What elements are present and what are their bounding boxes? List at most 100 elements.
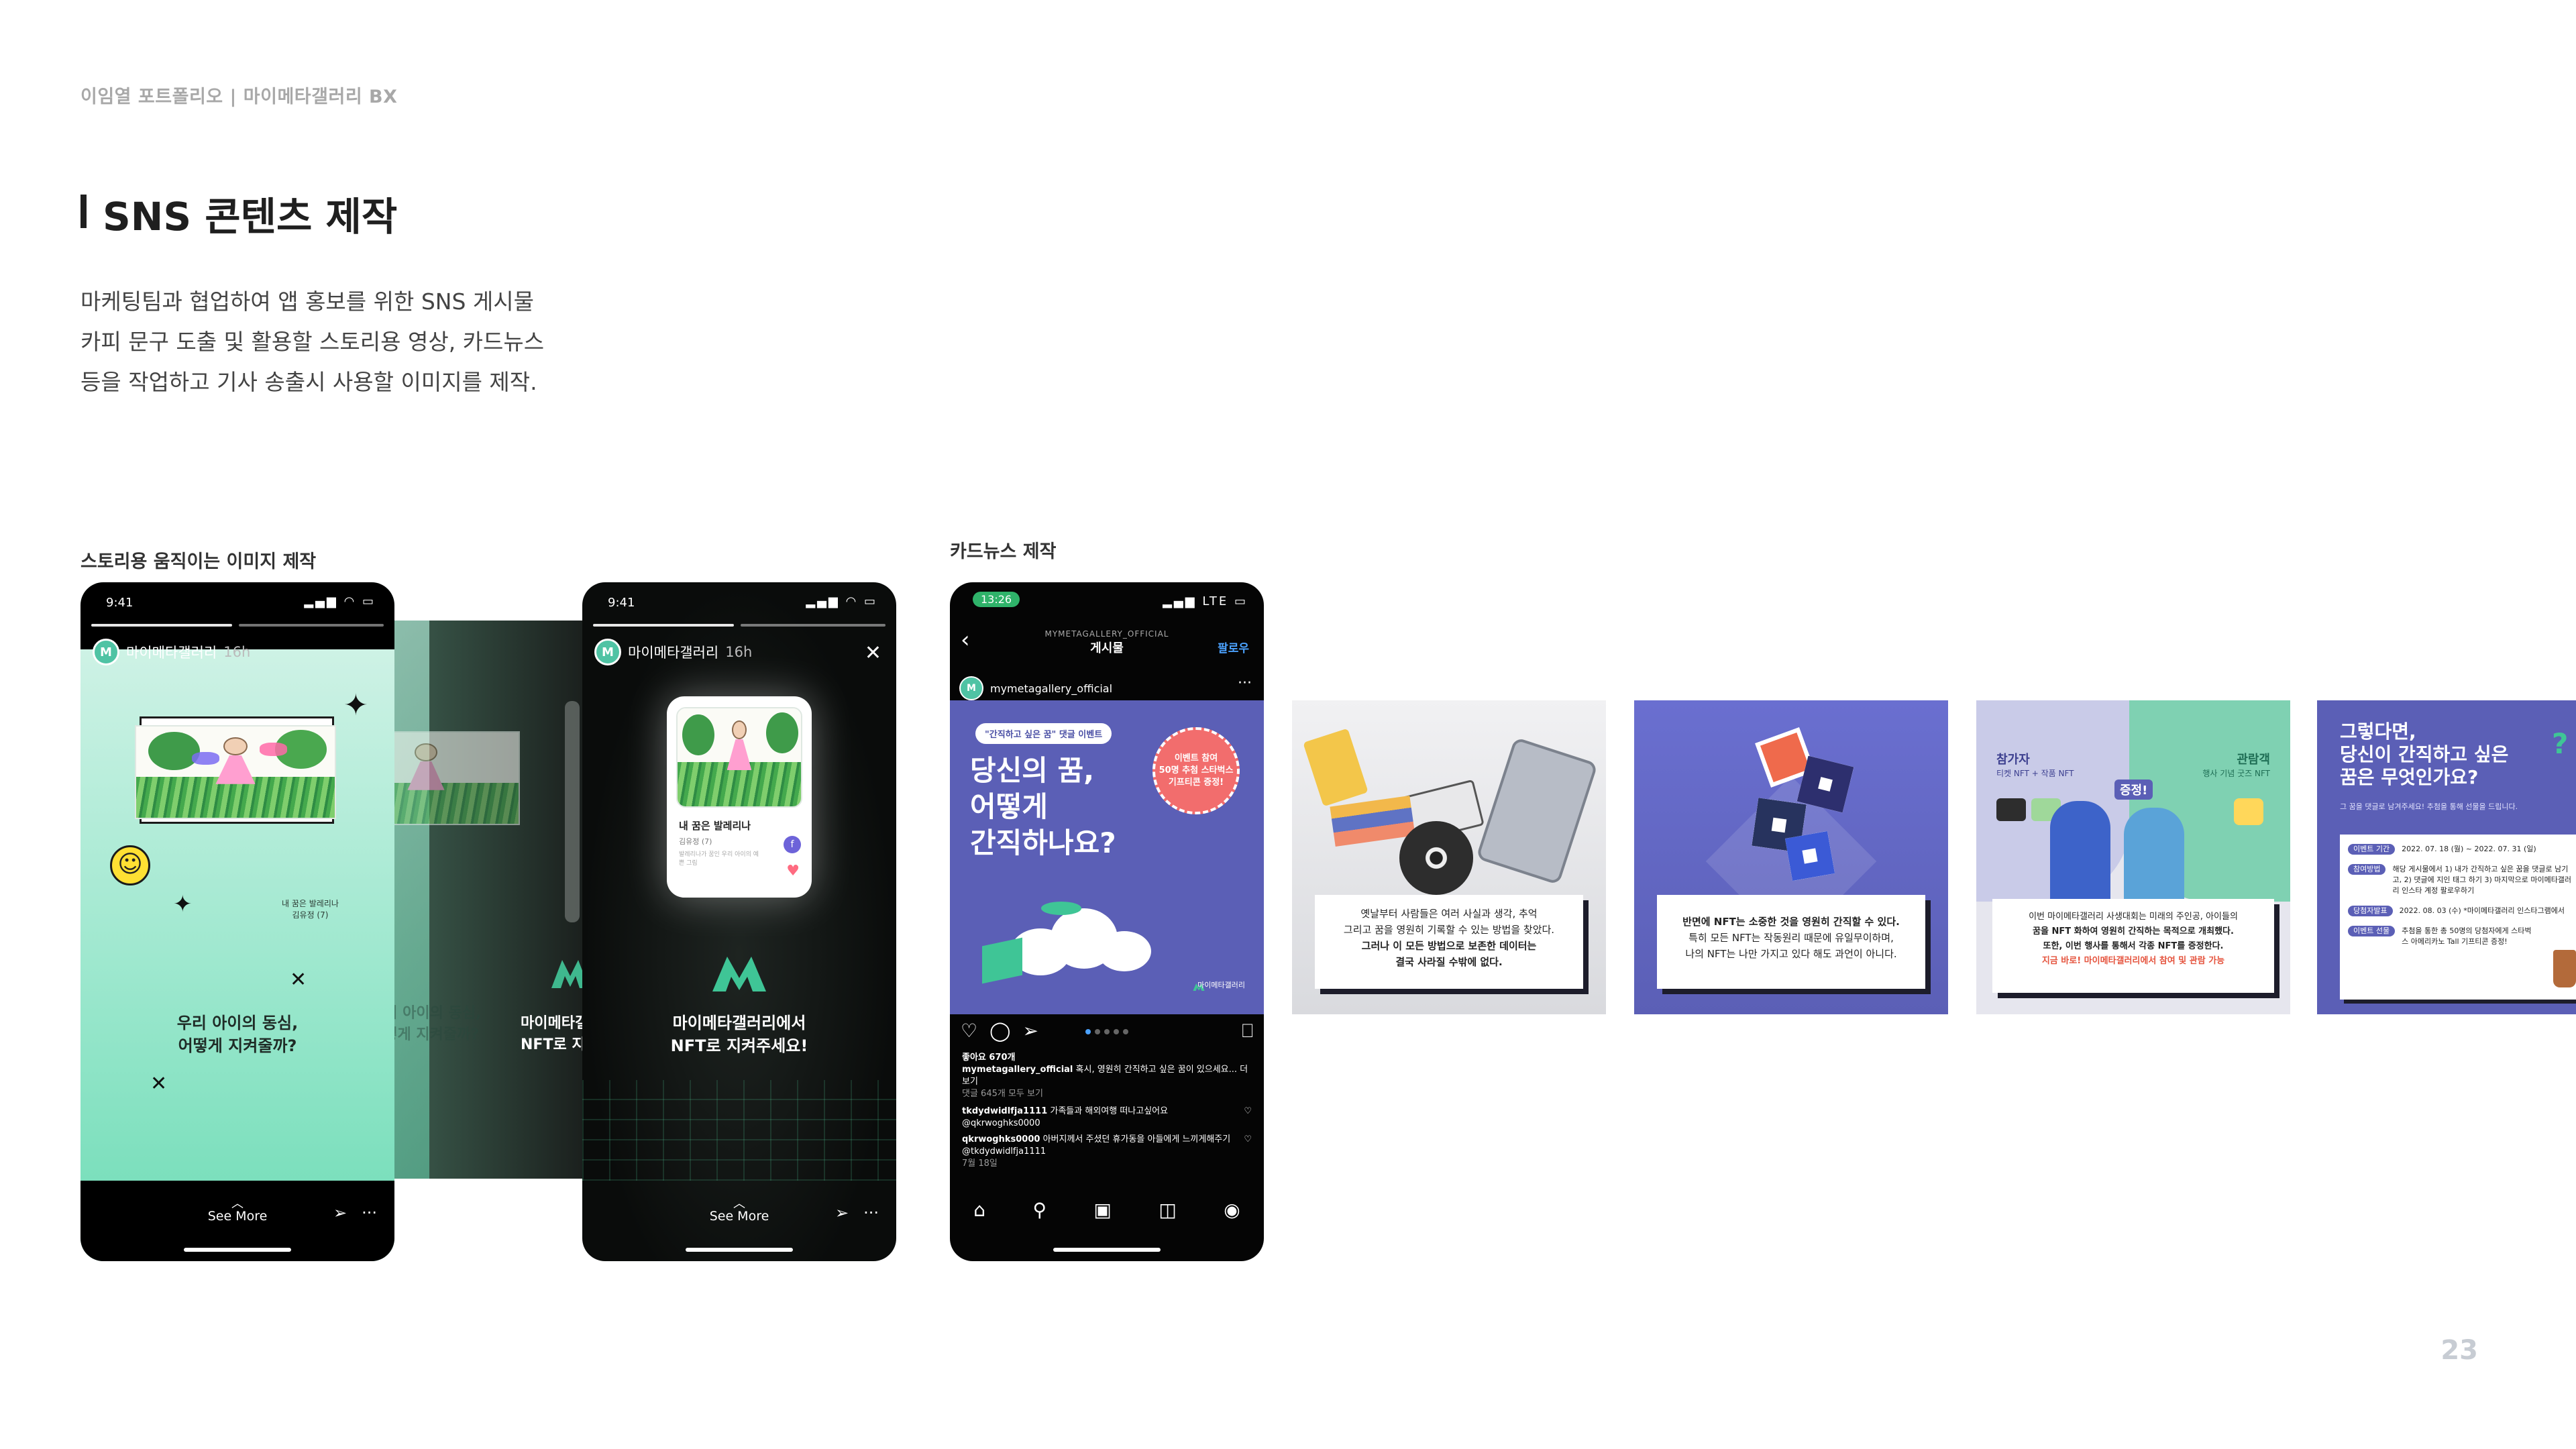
see-more-button[interactable]: ︿ See More [710, 1197, 769, 1224]
question-icon: ? [2552, 727, 2569, 760]
share-send-icon[interactable]: ➢ [1022, 1020, 1038, 1042]
chevron-up-icon: ︿ [231, 1197, 244, 1211]
likes-count[interactable]: 좋아요 670개 [962, 1052, 1252, 1064]
follow-button[interactable]: 팔로우 [1218, 639, 1249, 655]
event-row-value: 2022. 07. 18 (월) ~ 2022. 07. 31 (일) [2402, 845, 2536, 853]
event-row: 참여방법 해당 게시물에서 1) 내가 간직하고 싶은 꿈을 댓글로 남기고, … [2348, 864, 2576, 896]
post-author[interactable]: M mymetagallery_official [959, 676, 1112, 700]
shop-icon[interactable]: ◫ [1159, 1199, 1176, 1221]
see-more-button[interactable]: ︿ See More [208, 1197, 268, 1224]
status-time: 9:41 [608, 596, 635, 610]
story-section-label: 스토리용 움직이는 이미지 제작 [80, 551, 317, 572]
post-date: 7월 18일 [962, 1159, 998, 1169]
author-name[interactable]: mymetagallery_official [990, 682, 1112, 695]
event-pill: "간직하고 싶은 꿈" 댓글 이벤트 [975, 723, 1112, 744]
story-phone-2: 9:41 ▂▄▆ ◠ ▭ M 마이메타갤러리 16h ✕ 내 꿈은 발레리나 김… [582, 582, 896, 1261]
post-image-card[interactable]: "간직하고 싶은 꿈" 댓글 이벤트 당신의 꿈, 어떻게 간직하나요? 이벤트… [950, 700, 1264, 1014]
description-line: 등을 작업하고 기사 송출시 사용할 이미지를 제작. [80, 369, 537, 395]
story-progress-bar [91, 624, 232, 627]
coffee-cup-icon [2553, 950, 2576, 987]
account-name[interactable]: 마이메타갤러리 [126, 642, 217, 662]
like-heart-icon[interactable]: ♡ [961, 1020, 977, 1042]
comment-like-icon[interactable]: ♡ [1244, 1106, 1252, 1118]
account-name[interactable]: 마이메타갤러리 [628, 642, 718, 662]
more-icon[interactable]: ··· [863, 1203, 879, 1222]
profile-icon[interactable]: ◉ [1224, 1199, 1240, 1221]
caption-line: 그러나 이 모든 방법으로 보존한 데이터는 [1361, 940, 1537, 952]
card5-subtitle: 그 꿈을 댓글로 남겨주세요! 추첨을 통해 선물을 드립니다. [2340, 802, 2518, 811]
event-row-value: 2022. 08. 03 (수) *마이메타갤러리 인스타그램에서 [2399, 906, 2565, 915]
send-icon[interactable]: ➢ [835, 1203, 849, 1222]
bookmark-icon[interactable]: ⎕ [1242, 1020, 1253, 1042]
page-description: 마케팅팀과 협업하여 앱 홍보를 위한 SNS 게시물 카피 문구 도출 및 활… [80, 282, 684, 402]
status-time: 13:26 [973, 592, 1020, 607]
cardnews-card-3: 반면에 NFT는 소중한 것을 영원히 간직할 수 있다. 특히 모든 NFT는… [1634, 700, 1948, 1014]
status-bar: 13:26 ▂▄▆ LTE ▭ [950, 582, 1264, 623]
event-row-label: 참여방법 [2348, 864, 2386, 875]
carousel-dots [1085, 1029, 1128, 1034]
description-line: 카피 문구 도출 및 활용할 스토리용 영상, 카드뉴스 [80, 329, 545, 355]
story-headline: NFT로 지켜주세요! [670, 1036, 808, 1055]
comment-row: tkdydwidlfja1111 가족들과 해외여행 떠나고싶어요 ♡ [962, 1106, 1252, 1118]
topbar-account: MYMETAGALLERY_OFFICIAL [1044, 629, 1169, 639]
event-row-label: 이벤트 기간 [2348, 844, 2396, 855]
view-comments-link[interactable]: 댓글 645개 모두 보기 [962, 1088, 1252, 1100]
post-more-icon[interactable]: ··· [1238, 675, 1252, 692]
comment-icon[interactable]: ◯ [989, 1020, 1010, 1042]
comment-tag[interactable]: @qkrwoghks0000 [962, 1118, 1252, 1130]
home-icon[interactable]: ⌂ [973, 1199, 985, 1221]
chevron-up-icon: ︿ [733, 1197, 745, 1211]
event-row: 이벤트 기간 2022. 07. 18 (월) ~ 2022. 07. 31 (… [2348, 844, 2576, 855]
sparkle-icon: ✦ [343, 688, 368, 722]
post-headline: 어떻게 [970, 790, 1048, 823]
caption-line: 또한, 이번 행사를 통해서 각종 NFT를 증정한다. [2043, 941, 2224, 951]
signal-wifi-battery-icon: ▂▄▆ ◠ ▭ [806, 594, 877, 608]
drawing-title: 내 꿈은 발레리나 [282, 899, 339, 908]
reels-icon[interactable]: ▣ [1093, 1199, 1111, 1221]
child-drawing-image [135, 725, 336, 819]
comment-user[interactable]: qkrwoghks0000 [962, 1134, 1040, 1144]
event-row-label: 이벤트 선물 [2348, 926, 2396, 936]
comment-text: 아버지께서 주셨던 휴가동을 아들에게 느끼게해주기 [1042, 1134, 1231, 1144]
account-avatar[interactable]: M [93, 639, 119, 665]
home-indicator [184, 1248, 291, 1252]
post-headline: 간직하나요? [970, 826, 1116, 859]
author-avatar[interactable]: M [959, 676, 983, 700]
close-icon[interactable]: ✕ [865, 641, 881, 665]
page-title: SNS 콘텐츠 제작 [103, 194, 398, 239]
story-phone-1: 9:41 ▂▄▆ ◠ ▭ M 마이메타갤러리 16h 내 꿈은 발레리나 김유정… [80, 582, 394, 1261]
more-icon[interactable]: ··· [362, 1203, 377, 1222]
ufo-icon [1041, 902, 1081, 915]
ticket-nft-icon [1996, 798, 2026, 821]
goods-nft-icon [2234, 798, 2263, 825]
story-age: 16h [223, 644, 251, 660]
story-header[interactable]: M 마이메타갤러리 16h [93, 639, 250, 665]
story-headline: 어떻게 지켜줄까? [178, 1036, 297, 1055]
caption-line: 결국 사라질 수밖에 없다. [1395, 956, 1503, 968]
comment-like-icon[interactable]: ♡ [1244, 1134, 1252, 1146]
smiley-icon: ☺ [110, 845, 150, 885]
brand-logo-icon [712, 957, 766, 991]
story-progress-bar [741, 624, 885, 627]
participant-title: 참가자 [1996, 753, 2030, 767]
event-info-box: 이벤트 기간 2022. 07. 18 (월) ~ 2022. 07. 31 (… [2340, 835, 2576, 1000]
story-header[interactable]: M 마이메타갤러리 16h [594, 639, 752, 665]
comment-row: qkrwoghks0000 아버지께서 주셨던 휴가동을 아들에게 느끼게해주기… [962, 1134, 1252, 1146]
nft-card-author: 김유정 (7) [679, 837, 712, 846]
status-time: 9:41 [106, 596, 133, 610]
film-icon [1303, 728, 1368, 807]
search-icon[interactable]: ⚲ [1032, 1199, 1046, 1221]
status-bar: 9:41 ▂▄▆ ◠ ▭ [80, 582, 394, 623]
send-icon[interactable]: ➢ [333, 1203, 347, 1222]
share-icon: f [784, 836, 801, 853]
card5-title: 당신이 간직하고 싶은 [2340, 743, 2509, 765]
comment-tag[interactable]: @tkdydwidlfja1111 [962, 1146, 1252, 1158]
comment-text: 가족들과 해외여행 떠나고싶어요 [1050, 1106, 1169, 1116]
visitor-title: 관람객 [2237, 753, 2270, 767]
account-avatar[interactable]: M [594, 639, 621, 665]
cardnews-card-4: 참가자 티켓 NFT + 작품 NFT 관람객 행사 기념 굿즈 NFT 증정!… [1976, 700, 2290, 1014]
comment-user[interactable]: tkdydwidlfja1111 [962, 1106, 1047, 1116]
cardnews-card-5: 그렇다면, 당신이 간직하고 싶은 꿈은 무엇인가요? 그 꿈을 댓글로 남겨주… [2317, 700, 2576, 1014]
event-row: 이벤트 선물 추첨을 통한 총 50명의 당첨자에게 스타벅스 아메리카노 Ta… [2348, 926, 2576, 947]
caption-user[interactable]: mymetagallery_official [962, 1065, 1073, 1075]
